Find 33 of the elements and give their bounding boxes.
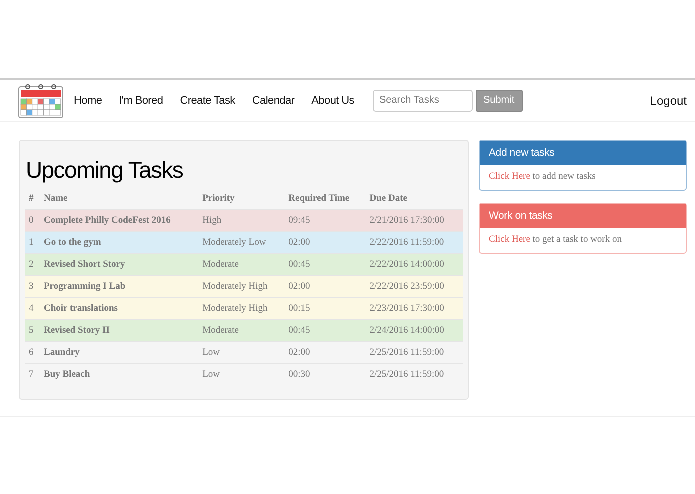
task-row[interactable]: 6 Laundry Low 02:00 2/25/2016 11:59:00 [25, 342, 463, 364]
task-row[interactable]: 1 Go to the gym Moderately Low 02:00 2/22/2016 11:59:00 [25, 232, 463, 254]
column-header: Due Date [366, 192, 463, 210]
panel-heading: Work on tasks [480, 204, 686, 228]
panel-heading: Add new tasks [480, 141, 686, 165]
column-header: # [25, 192, 40, 210]
task-row[interactable]: 3 Programming I Lab Moderately High 02:00 2/22/2016 23:59:00 [25, 276, 463, 298]
nav-link[interactable]: Calendar [252, 94, 295, 106]
panel-text: Click Here to add new tasks [488, 171, 597, 184]
click-here-link[interactable]: Click Here [489, 235, 530, 245]
table-cell: Buy Bleach [40, 364, 199, 385]
panel-text: Click Here to get a task to work on [488, 234, 623, 247]
click-here-link[interactable]: Click Here [489, 172, 530, 182]
task-row[interactable]: 4 Choir translations Moderately High 00:15 2/23/2016 17:30:00 [25, 298, 463, 320]
column-header: Priority [198, 192, 285, 210]
table-cell: 2/25/2016 11:59:00 [366, 364, 463, 385]
tasks-title: Upcoming Tasks [26, 157, 184, 184]
calendar-logo-icon[interactable] [18, 82, 64, 118]
nav-link[interactable]: I'm Bored [119, 94, 164, 106]
task-row[interactable]: 0 Complete Philly CodeFest 2016 High 09:45 2/21/2016 17:30:00 [25, 210, 463, 232]
column-header: Name [40, 192, 199, 210]
task-row[interactable]: 2 Revised Short Story Moderate 00:45 2/22/2016 14:00:00 [25, 254, 463, 276]
table-cell: 00:30 [284, 364, 366, 385]
table-cell: 7 [25, 364, 40, 385]
task-row[interactable]: 5 Revised Story II Moderate 00:45 2/24/2016 14:00:00 [25, 320, 463, 342]
submit-button[interactable]: Submit [476, 90, 523, 112]
nav-link[interactable]: About Us [312, 94, 354, 106]
search-field[interactable]: Search Tasks [372, 90, 472, 112]
column-header: Required Time [284, 192, 366, 210]
logout-link[interactable]: Logout [650, 94, 687, 108]
nav-link[interactable]: Create Task [180, 94, 236, 106]
table-cell: Low [198, 364, 285, 385]
nav-link[interactable]: Home [74, 94, 102, 106]
